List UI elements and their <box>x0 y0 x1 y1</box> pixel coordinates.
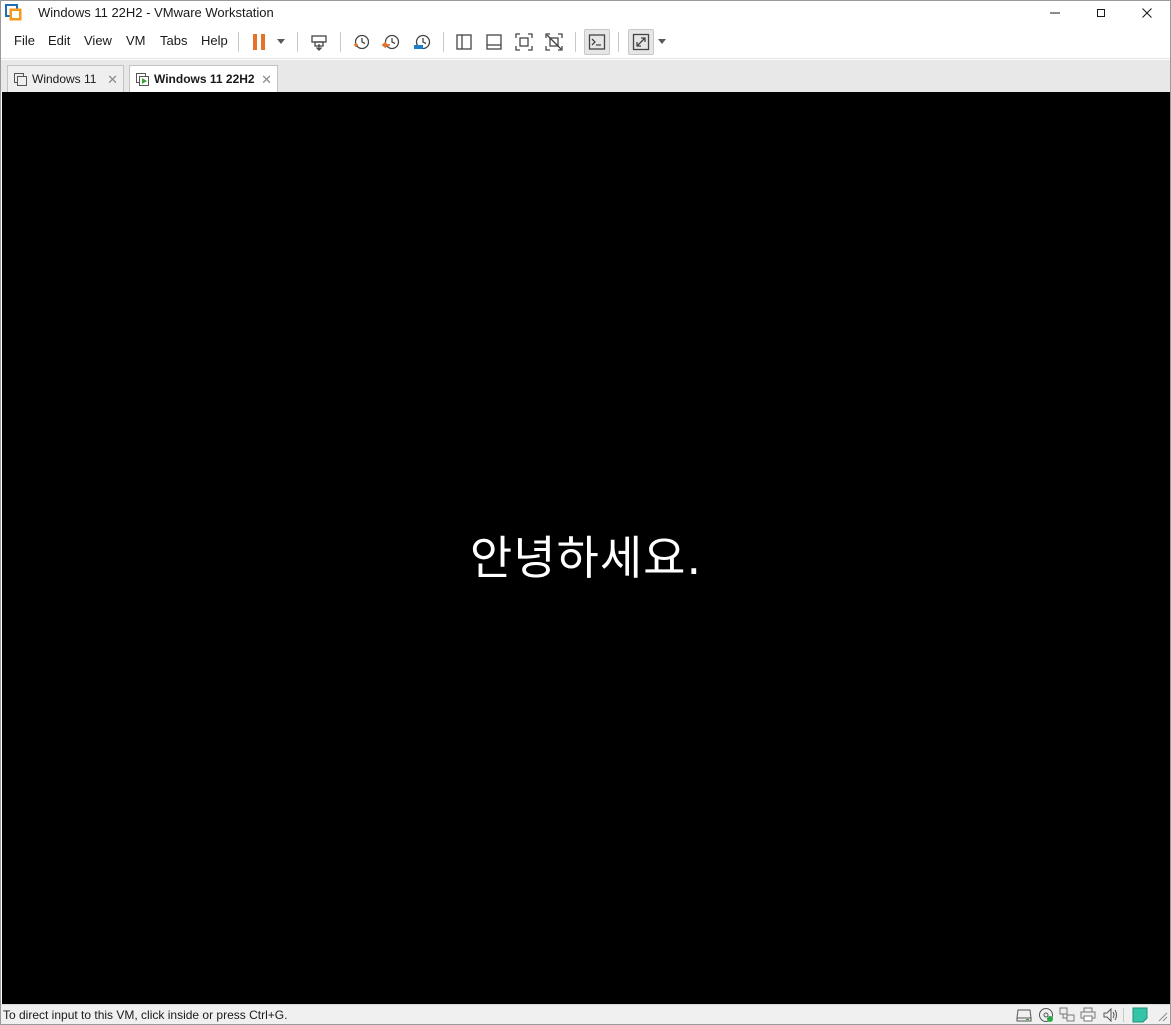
close-icon <box>1142 8 1152 18</box>
pause-button[interactable] <box>246 29 272 55</box>
menu-tabs[interactable]: Tabs <box>160 33 187 48</box>
title-bar[interactable]: Windows 11 22H2 - VMware Workstation <box>1 1 1170 25</box>
snapshot-manager-icon <box>414 34 431 50</box>
running-vm-tab-icon <box>136 72 149 86</box>
hard-disk-icon[interactable] <box>1015 1007 1033 1023</box>
menu-vm[interactable]: VM <box>126 33 146 48</box>
vm-screen-greeting: 안녕하세요. <box>469 531 703 585</box>
window-title: Windows 11 22H2 - VMware Workstation <box>38 5 274 20</box>
tab-windows-11[interactable]: Windows 11 ✕ <box>7 65 124 92</box>
power-dropdown-caret[interactable] <box>277 39 285 44</box>
console-view-icon <box>588 34 606 50</box>
show-library-icon <box>456 34 472 50</box>
revert-snapshot-button[interactable] <box>378 29 404 55</box>
snapshot-manager-button[interactable] <box>409 29 435 55</box>
menu-edit[interactable]: Edit <box>48 33 70 48</box>
menu-file[interactable]: File <box>14 33 35 48</box>
maximize-button[interactable] <box>1078 1 1124 25</box>
menu-help[interactable]: Help <box>201 33 228 48</box>
show-thumbnail-bar-button[interactable] <box>481 29 507 55</box>
show-thumbnail-bar-icon <box>486 34 502 50</box>
tab-label: Windows 11 22H2 <box>154 72 255 86</box>
sound-card-icon[interactable] <box>1101 1007 1119 1023</box>
network-adapter-icon[interactable] <box>1058 1007 1076 1023</box>
vmware-window: Windows 11 22H2 - VMware Workstation Fil… <box>0 0 1171 1025</box>
snapshot-take-icon <box>354 34 370 50</box>
full-screen-icon <box>515 33 533 51</box>
pause-icon <box>253 34 265 50</box>
stretch-guest-button[interactable] <box>628 29 654 55</box>
tab-close-icon[interactable]: ✕ <box>107 72 118 88</box>
maximize-icon <box>1097 9 1105 17</box>
vm-tab-icon <box>14 72 27 86</box>
vmware-app-icon[interactable] <box>5 4 22 21</box>
tab-close-icon[interactable]: ✕ <box>261 72 272 88</box>
menu-view[interactable]: View <box>84 33 112 48</box>
toolbar: File Edit View VM Tabs Help <box>1 25 1170 59</box>
full-screen-button[interactable] <box>511 29 537 55</box>
toolbar-separator <box>443 32 444 52</box>
tab-label: Windows 11 <box>32 72 97 86</box>
tab-windows-11-22h2[interactable]: Windows 11 22H2 ✕ <box>129 65 278 92</box>
stretch-guest-icon <box>632 33 650 51</box>
toolbar-separator <box>575 32 576 52</box>
stretch-dropdown-caret[interactable] <box>658 39 666 44</box>
tab-strip: Windows 11 ✕ Windows 11 22H2 ✕ <box>1 60 1170 92</box>
resize-grip-icon[interactable] <box>1158 1012 1168 1022</box>
toolbar-separator <box>297 32 298 52</box>
unity-button[interactable] <box>541 29 567 55</box>
snapshot-revert-icon <box>382 34 400 50</box>
close-button[interactable] <box>1124 1 1170 25</box>
toolbar-separator <box>340 32 341 52</box>
printer-icon[interactable] <box>1079 1007 1097 1023</box>
status-bar: To direct input to this VM, click inside… <box>1 1004 1170 1024</box>
take-snapshot-button[interactable] <box>348 29 374 55</box>
send-ctrl-alt-del-button[interactable] <box>306 29 332 55</box>
status-separator <box>1123 1008 1124 1022</box>
messages-icon[interactable] <box>1131 1007 1149 1023</box>
vm-console-screen[interactable]: 안녕하세요. <box>2 92 1170 1004</box>
unity-icon <box>545 33 563 51</box>
minimize-button[interactable] <box>1032 1 1078 25</box>
toolbar-separator <box>618 32 619 52</box>
send-ctrl-alt-del-icon <box>311 35 327 51</box>
toolbar-separator <box>238 32 239 52</box>
status-message: To direct input to this VM, click inside… <box>3 1008 288 1022</box>
console-view-button[interactable] <box>584 29 610 55</box>
show-library-button[interactable] <box>451 29 477 55</box>
cd-dvd-icon[interactable] <box>1037 1007 1055 1023</box>
minimize-icon <box>1050 12 1060 14</box>
